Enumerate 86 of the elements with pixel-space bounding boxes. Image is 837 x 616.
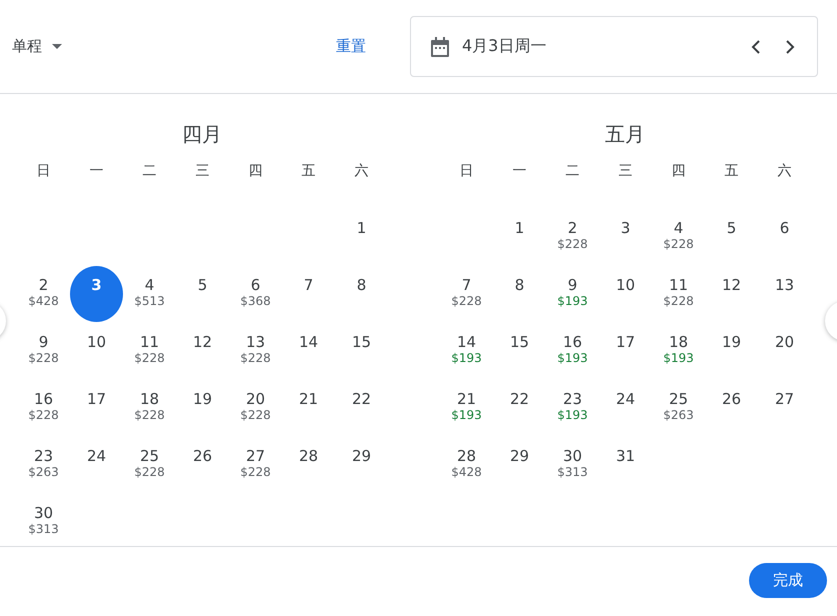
calendar-day[interactable]: 1 [493, 208, 546, 264]
calendar-day[interactable]: 6 $368 [229, 266, 282, 322]
calendar-day[interactable]: 1 [335, 208, 388, 264]
chevron-right-icon [786, 40, 794, 54]
caret-icon [52, 44, 62, 49]
calendar-day[interactable]: 14 [282, 322, 335, 378]
weekday-label: 五 [302, 162, 316, 180]
weekday-label: 日 [460, 162, 474, 180]
calendar-day[interactable]: 3 [599, 208, 652, 264]
calendar-icon [430, 36, 450, 58]
calendar-day[interactable]: 2 $428 [17, 266, 70, 322]
calendar-day[interactable]: 17 [599, 322, 652, 378]
done-button[interactable]: 完成 [749, 562, 827, 598]
calendar-day[interactable]: 4 $228 [652, 208, 705, 264]
calendar-day[interactable]: 25 $263 [652, 380, 705, 436]
weekday-label: 三 [196, 162, 210, 180]
calendar-day[interactable]: 18 $228 [123, 380, 176, 436]
weekday-label: 二 [142, 162, 156, 180]
date-value: 4月3日周一 [462, 36, 548, 57]
calendar-day[interactable]: 16 $193 [546, 322, 599, 378]
calendar-day[interactable]: 10 [70, 322, 123, 378]
calendar-day[interactable]: 23 $263 [17, 436, 70, 492]
calendar-day[interactable]: 8 [493, 266, 546, 322]
calendar-day[interactable]: 30 $313 [546, 436, 599, 492]
date-field[interactable]: 4月3日周一 [410, 16, 818, 77]
month-title: 四月 [181, 121, 223, 148]
calendar-day[interactable]: 29 [335, 436, 388, 492]
calendar-day[interactable]: 5 [176, 266, 229, 322]
calendar-day[interactable]: 7 [282, 266, 335, 322]
calendar-day[interactable]: 26 [176, 436, 229, 492]
calendar-day[interactable]: 2 $228 [546, 208, 599, 264]
calendar-day[interactable]: 11 $228 [123, 322, 176, 378]
calendar-day[interactable]: 21 [282, 380, 335, 436]
calendar-day[interactable]: 28 [282, 436, 335, 492]
calendar-day[interactable]: 20 [758, 322, 811, 378]
calendar-day[interactable]: 28 $428 [440, 436, 493, 492]
weekday-label: 六 [354, 162, 368, 180]
month-title: 五月 [604, 121, 646, 148]
weekday-label: 一 [512, 162, 526, 180]
weekday-label: 二 [566, 162, 580, 180]
calendar-day[interactable]: 6 [758, 208, 811, 264]
calendar-day[interactable]: 22 [493, 380, 546, 436]
calendar-day[interactable]: 25 $228 [123, 436, 176, 492]
calendar-day[interactable]: 7 $228 [440, 266, 493, 322]
calendar-day[interactable]: 16 $228 [17, 380, 70, 436]
calendar-day[interactable]: 15 [493, 322, 546, 378]
weekday-label: 一 [90, 162, 104, 180]
calendar-day[interactable]: 9 $228 [17, 322, 70, 378]
reset-link[interactable]: 重置 [336, 37, 366, 56]
calendar-day[interactable]: 20 $228 [229, 380, 282, 436]
calendar-day[interactable]: 27 $228 [229, 436, 282, 492]
calendar-day[interactable]: 11 $228 [652, 266, 705, 322]
calendar-day[interactable]: 13 [758, 266, 811, 322]
calendar-day[interactable]: 22 [335, 380, 388, 436]
calendar-day[interactable]: 4 $513 [123, 266, 176, 322]
calendar-day[interactable]: 3 [70, 266, 123, 322]
calendar-day[interactable]: 27 [758, 380, 811, 436]
calendar-day[interactable]: 19 [176, 380, 229, 436]
calendar-day[interactable]: 12 [705, 266, 758, 322]
weekday-label: 五 [724, 162, 738, 180]
calendar-day[interactable]: 13 $228 [229, 322, 282, 378]
calendar-day[interactable]: 10 [599, 266, 652, 322]
calendar-day[interactable]: 18 $193 [652, 322, 705, 378]
calendar-day[interactable]: 15 [335, 322, 388, 378]
calendar-day[interactable]: 14 $193 [440, 322, 493, 378]
weekday-label: 六 [778, 162, 792, 180]
calendar-day[interactable]: 24 [70, 436, 123, 492]
weekday-label: 四 [248, 162, 262, 180]
calendar-day[interactable]: 12 [176, 322, 229, 378]
calendar-day[interactable]: 26 [705, 380, 758, 436]
weekday-label: 四 [672, 162, 686, 180]
calendar-day[interactable]: 19 [705, 322, 758, 378]
chevron-left-icon [752, 40, 760, 54]
calendar-day[interactable]: 17 [70, 380, 123, 436]
weekday-label: 三 [618, 162, 632, 180]
calendar-day[interactable]: 23 $193 [546, 380, 599, 436]
calendar-day[interactable]: 24 [599, 380, 652, 436]
calendar-day[interactable]: 9 $193 [546, 266, 599, 322]
calendar-day[interactable]: 30 $313 [17, 494, 70, 550]
calendar-day[interactable]: 31 [599, 436, 652, 492]
calendar-day[interactable]: 29 [493, 436, 546, 492]
weekday-label: 日 [36, 162, 50, 180]
calendar-day[interactable]: 21 $193 [440, 380, 493, 436]
calendar-day[interactable]: 5 [705, 208, 758, 264]
trip-type-dropdown[interactable]: 单程 [12, 33, 62, 60]
calendar-day[interactable]: 8 [335, 266, 388, 322]
